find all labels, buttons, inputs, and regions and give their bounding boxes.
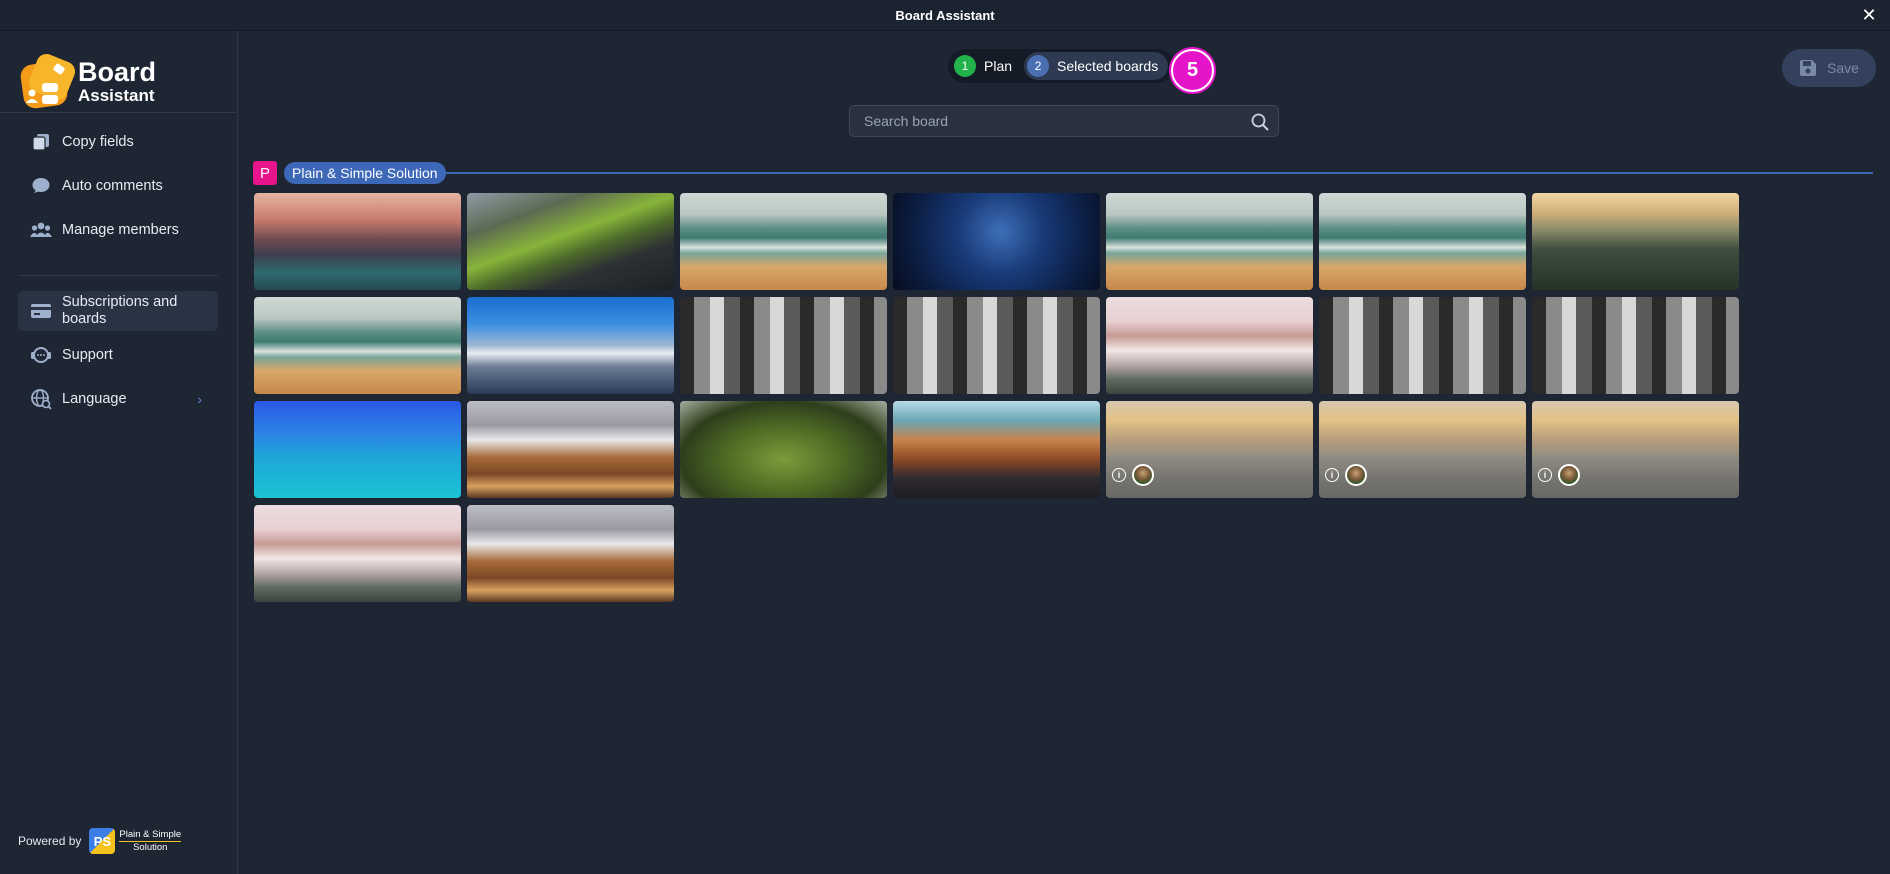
step-label: Selected boards <box>1057 58 1159 74</box>
sidebar-item-manage-members[interactable]: Manage members <box>18 215 218 245</box>
ps-brand-text: Plain & Simple Solution <box>119 828 182 853</box>
board-tile[interactable] <box>893 297 1100 394</box>
sidebar-divider <box>18 275 218 276</box>
sidebar-divider <box>0 112 238 113</box>
member-avatar[interactable] <box>1558 464 1580 486</box>
sidebar-item-label: Auto comments <box>62 178 163 194</box>
board-tile[interactable] <box>680 193 887 290</box>
board-tile[interactable] <box>467 297 674 394</box>
board-tile-overlay: i <box>1112 464 1154 486</box>
board-tile[interactable] <box>893 193 1100 290</box>
step-number: 2 <box>1027 55 1050 77</box>
search-icon[interactable] <box>1250 112 1270 132</box>
step-plan[interactable]: 1 Plan <box>954 55 1012 77</box>
workspace-name[interactable]: Plain & Simple Solution <box>284 162 446 184</box>
info-icon[interactable]: i <box>1538 468 1552 482</box>
board-tile[interactable] <box>1106 297 1313 394</box>
board-tile[interactable]: i <box>1106 401 1313 498</box>
board-tile[interactable] <box>680 401 887 498</box>
board-tile-overlay: i <box>1538 464 1580 486</box>
workspace-initial-avatar: P <box>253 161 277 185</box>
sidebar-item-label: Support <box>62 347 113 363</box>
member-avatar[interactable] <box>1345 464 1367 486</box>
board-tile[interactable]: i <box>1532 401 1739 498</box>
floppy-disk-icon <box>1799 59 1817 77</box>
board-tile[interactable] <box>467 505 674 602</box>
title-bar: Board Assistant ✕ <box>0 0 1890 31</box>
board-tile[interactable] <box>1319 297 1526 394</box>
board-tile[interactable] <box>467 193 674 290</box>
sidebar-item-label: Copy fields <box>62 134 134 150</box>
sidebar-item-language[interactable]: Language › <box>18 384 218 414</box>
board-tile[interactable] <box>1532 193 1739 290</box>
step-number: 1 <box>954 55 976 77</box>
board-tile-overlay: i <box>1325 464 1367 486</box>
info-icon[interactable]: i <box>1112 468 1126 482</box>
members-icon <box>30 219 52 241</box>
main-content: 1 Plan 2 Selected boards 5 Save P Plain … <box>239 31 1890 874</box>
logo-line-1: Board <box>78 56 157 87</box>
selected-count-badge: 5 <box>1171 49 1214 92</box>
sidebar-item-copy-fields[interactable]: Copy fields <box>18 127 218 157</box>
board-tile[interactable] <box>1532 297 1739 394</box>
step-selected-boards[interactable]: 2 Selected boards <box>1024 52 1169 80</box>
board-tile[interactable] <box>680 297 887 394</box>
group-divider <box>445 172 1873 174</box>
search-board-field[interactable] <box>849 105 1279 137</box>
window-title: Board Assistant <box>895 7 995 23</box>
board-tile[interactable] <box>254 401 461 498</box>
ps-logo-icon: PS <box>89 828 116 854</box>
chevron-right-icon: › <box>197 391 202 407</box>
sidebar-item-auto-comments[interactable]: Auto comments <box>18 171 218 201</box>
logo-line-2: Assistant <box>78 85 155 105</box>
close-icon: ✕ <box>1861 5 1877 25</box>
board-tile[interactable] <box>254 505 461 602</box>
globe-icon <box>30 388 52 410</box>
search-input[interactable] <box>850 106 1278 136</box>
board-tile[interactable] <box>254 193 461 290</box>
info-icon[interactable]: i <box>1325 468 1339 482</box>
board-tile[interactable] <box>1319 193 1526 290</box>
stepper: 1 Plan 2 Selected boards <box>948 49 1175 83</box>
board-tile[interactable]: i <box>1319 401 1526 498</box>
app-logo: Board Assistant <box>18 53 156 109</box>
board-assistant-logo-icon <box>18 53 76 109</box>
sidebar-item-label: Language <box>62 391 127 407</box>
save-label: Save <box>1827 60 1859 76</box>
member-avatar[interactable] <box>1132 464 1154 486</box>
sidebar-item-subscriptions-and-boards[interactable]: Subscriptions and boards <box>18 291 218 331</box>
step-label: Plan <box>984 58 1013 74</box>
sidebar: Board Assistant Copy fields Auto comment… <box>0 31 238 874</box>
card-icon <box>30 300 52 322</box>
copy-icon <box>30 131 52 153</box>
sidebar-item-label: Subscriptions and boards <box>62 293 178 327</box>
board-tile[interactable] <box>1106 193 1313 290</box>
support-icon <box>30 344 52 366</box>
board-tile[interactable] <box>467 401 674 498</box>
board-tile[interactable] <box>254 297 461 394</box>
powered-by-label: Powered by <box>18 834 82 848</box>
powered-by: Powered by PS Plain & Simple Solution <box>18 828 182 854</box>
comment-icon <box>30 175 52 197</box>
workspace-group-header: P Plain & Simple Solution <box>253 161 1873 185</box>
save-button[interactable]: Save <box>1782 49 1876 87</box>
sidebar-item-label: Manage members <box>62 222 179 238</box>
close-button[interactable]: ✕ <box>1858 4 1880 26</box>
board-tile[interactable] <box>893 401 1100 498</box>
sidebar-item-support[interactable]: Support <box>18 340 218 370</box>
